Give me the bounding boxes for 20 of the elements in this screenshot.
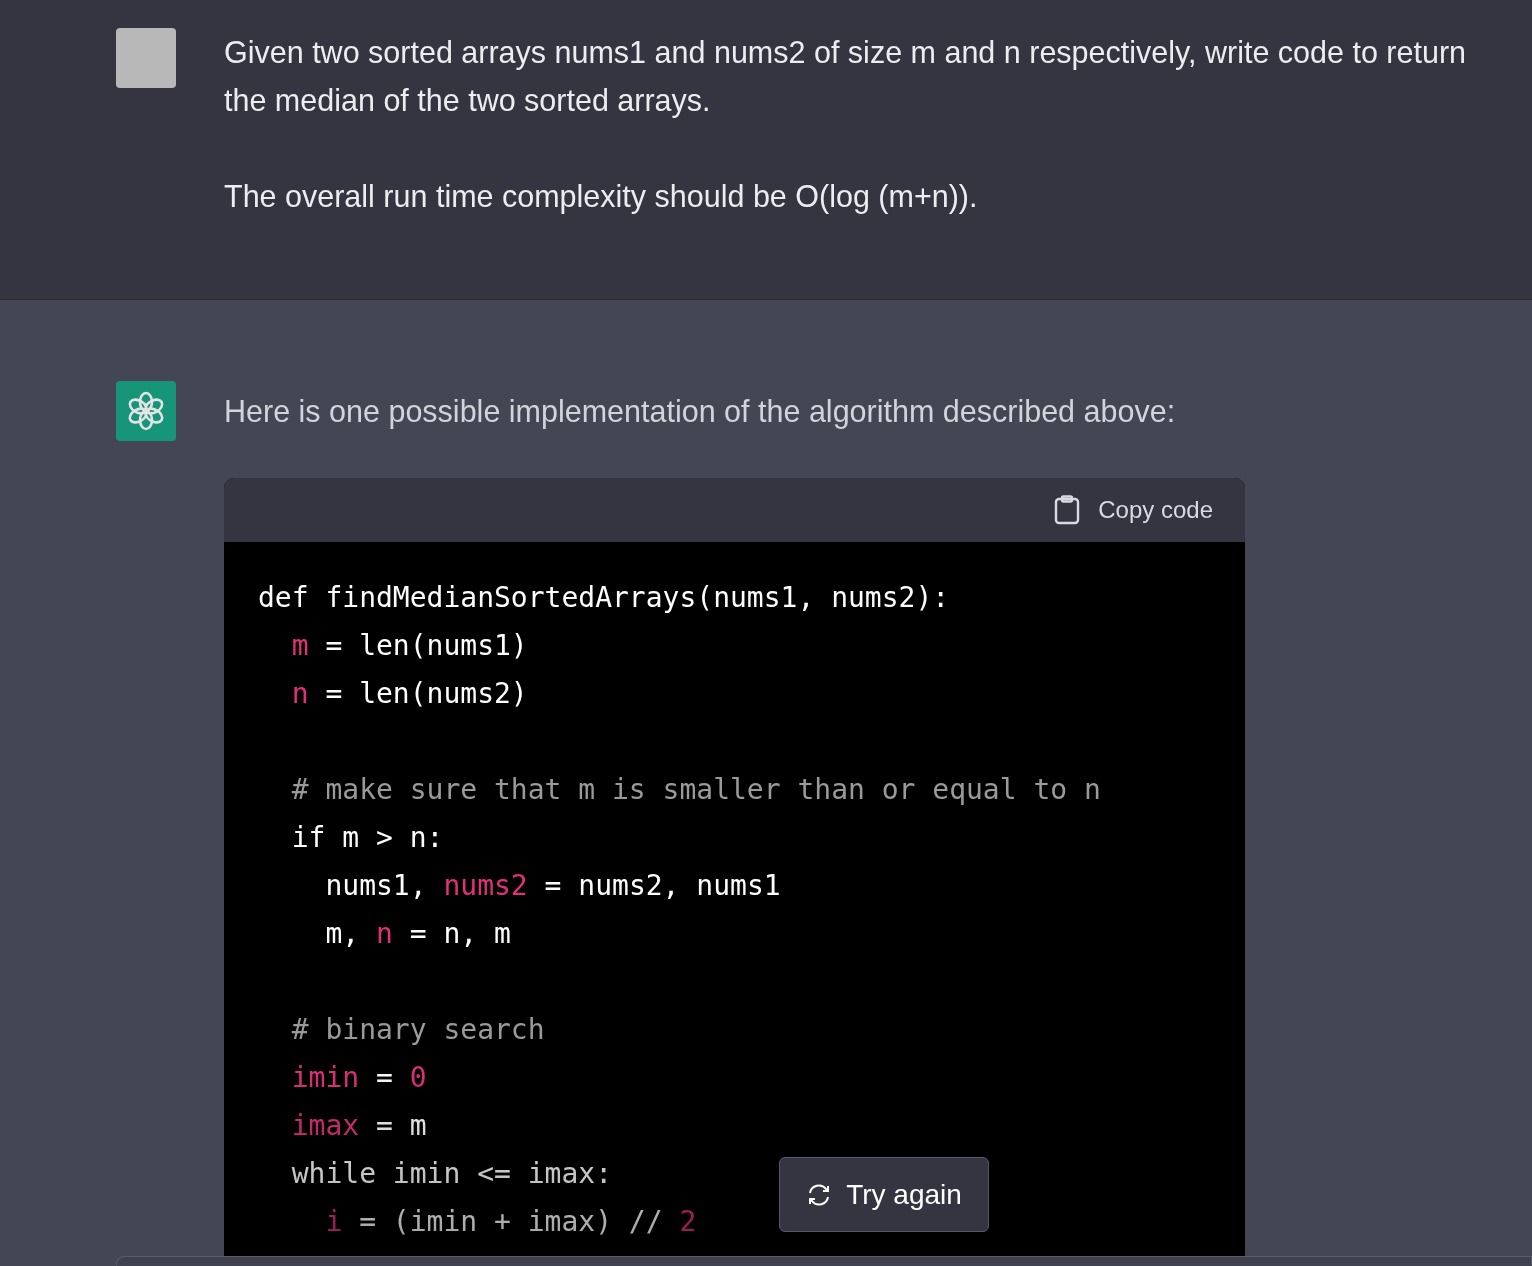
code-line: imin = 0 (290, 1060, 427, 1096)
try-again-button[interactable]: Try again (779, 1157, 989, 1232)
code-line: m = len(nums1) (290, 628, 528, 664)
code-line: i = (imin + imax) // 2 (324, 1204, 697, 1240)
code-line: imax = m (290, 1108, 427, 1144)
message-text: Here is one possible implementation of the algorithm described above: (224, 393, 1177, 431)
copy-code-button[interactable]: Copy code (1054, 495, 1213, 525)
clipboard-icon (1054, 495, 1081, 525)
code-line: # make sure that m is smaller than or equal to n (290, 772, 1101, 808)
avatar-photo-placeholder (116, 28, 176, 88)
code-line: if m > n: (290, 820, 444, 856)
flower-logo-icon (116, 381, 176, 441)
code-line: while imin <= imax: (290, 1156, 612, 1192)
message-text: The overall run time complexity should be O(log (m+n)). (224, 178, 979, 216)
code-line: m, n = n, m (324, 916, 511, 952)
message-text: Given two sorted arrays nums1 and nums2 of size m and n respectively, write code to return the median of the two sorted arrays. (224, 34, 1468, 120)
code-line: n = len(nums2) (290, 676, 528, 712)
code-line: def findMedianSortedArrays(nums1, nums2): (258, 580, 950, 616)
code-line: nums1, nums2 = nums2, nums1 (324, 868, 781, 904)
code-line: # binary search (290, 1012, 545, 1048)
